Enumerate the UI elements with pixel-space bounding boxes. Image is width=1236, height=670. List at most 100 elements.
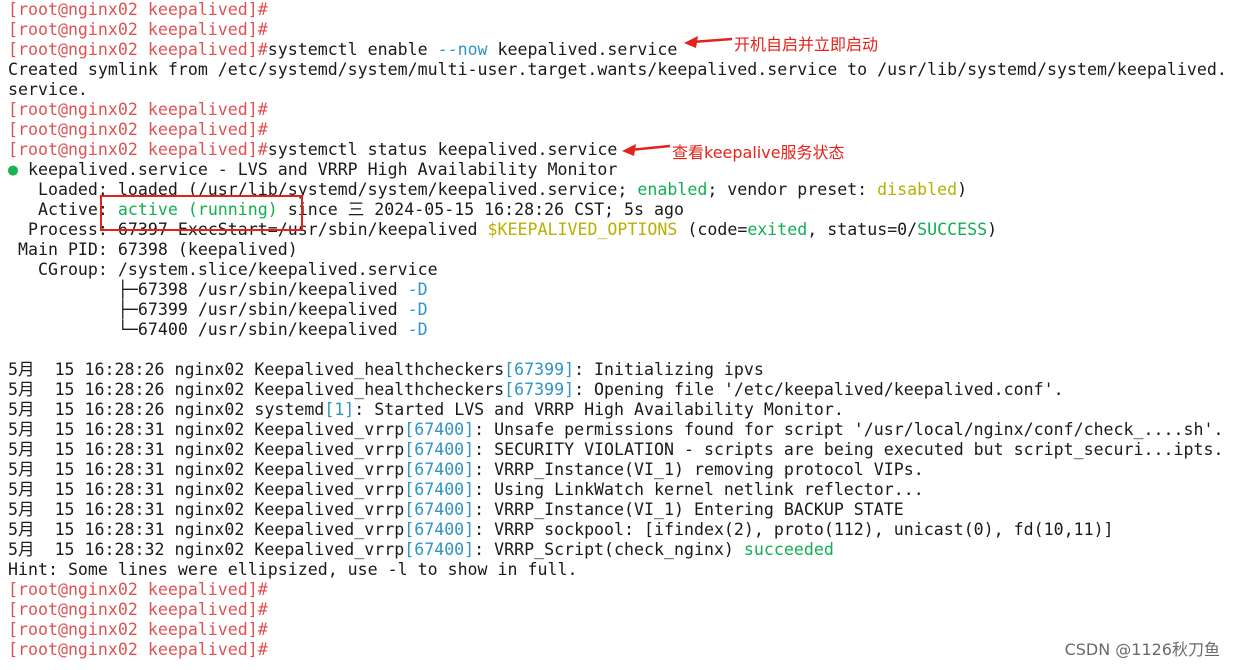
log-prefix: 5月 15 16:28:31 nginx02 Keepalived_vrrp: [8, 480, 405, 499]
child-pid: 67400: [137, 320, 188, 339]
service-title: ● keepalived.service - LVS and VRRP High…: [8, 160, 1236, 180]
log-prefix: 5月 15 16:28:31 nginx02 Keepalived_vrrp: [8, 420, 405, 439]
child-pid: 67399: [137, 300, 188, 319]
log-prefix: 5月 15 16:28:32 nginx02 Keepalived_vrrp: [8, 540, 405, 559]
log-line: 5月 15 16:28:31 nginx02 Keepalived_vrrp[6…: [8, 520, 1236, 540]
process-variable: $KEEPALIVED_OPTIONS: [487, 220, 678, 239]
log-prefix: 5月 15 16:28:31 nginx02 Keepalived_vrrp: [8, 460, 405, 479]
active-since: since 三 2024-05-15 16:28:26 CST; 5s ago: [277, 200, 684, 219]
vendor-preset-state: disabled: [877, 180, 958, 199]
watermark: CSDN @1126秋刀鱼: [1064, 640, 1220, 659]
shell-prompt: [root@nginx02 keepalived]#: [8, 40, 268, 59]
tree-branch: └─: [8, 320, 138, 339]
log-pid: [67400]: [404, 420, 475, 439]
log-pid: [67400]: [404, 520, 475, 539]
command-text: keepalived.service: [487, 40, 678, 59]
cgroup-child: ├─67399 /usr/sbin/keepalived -D: [8, 300, 1236, 320]
log-line: 5月 15 16:28:26 nginx02 Keepalived_health…: [8, 360, 1236, 380]
log-message: : VRRP_Instance(VI_1) Entering BACKUP ST…: [474, 500, 904, 519]
process-code: exited: [747, 220, 808, 239]
log-message: : Started LVS and VRRP High Availability…: [354, 400, 844, 419]
log-pid: [67400]: [404, 460, 475, 479]
log-message: : VRRP_Script(check_nginx): [474, 540, 744, 559]
log-message: : VRRP_Instance(VI_1) removing protocol …: [474, 460, 924, 479]
shell-prompt: [root@nginx02 keepalived]#: [8, 0, 268, 19]
log-prefix: 5月 15 16:28:31 nginx02 Keepalived_vrrp: [8, 440, 405, 459]
terminal-line: [root@nginx02 keepalived]#: [8, 580, 1236, 600]
log-pid: [67400]: [404, 540, 475, 559]
child-pid: 67398: [137, 280, 188, 299]
log-line: 5月 15 16:28:26 nginx02 systemd[1]: Start…: [8, 400, 1236, 420]
child-path: /usr/sbin/keepalived: [187, 300, 408, 319]
terminal-output[interactable]: [root@nginx02 keepalived]# [root@nginx02…: [8, 0, 1236, 670]
child-flag: -D: [407, 300, 428, 319]
tree-branch: ├─: [8, 280, 138, 299]
process-text: (code=: [677, 220, 748, 239]
log-line: 5月 15 16:28:32 nginx02 Keepalived_vrrp[6…: [8, 540, 1236, 560]
loaded-text: ; vendor preset:: [707, 180, 878, 199]
log-prefix: 5月 15 16:28:31 nginx02 Keepalived_vrrp: [8, 520, 405, 539]
active-highlight-box: [100, 195, 303, 231]
shell-prompt: [root@nginx02 keepalived]#: [8, 580, 268, 599]
log-prefix: 5月 15 16:28:26 nginx02 systemd: [8, 400, 325, 419]
shell-prompt: [root@nginx02 keepalived]#: [8, 600, 268, 619]
command-text: systemctl status keepalived.service: [267, 140, 618, 159]
log-prefix: 5月 15 16:28:26 nginx02 Keepalived_health…: [8, 360, 505, 379]
log-message: : SECURITY VIOLATION - scripts are being…: [474, 440, 1224, 459]
log-pid: [67399]: [504, 360, 575, 379]
command-text: systemctl enable: [267, 40, 438, 59]
log-message: : Unsafe permissions found for script '/…: [474, 420, 1224, 439]
child-flag: -D: [407, 320, 428, 339]
log-pid: [1]: [324, 400, 355, 419]
tree-branch: ├─: [8, 300, 138, 319]
hint-line: Hint: Some lines were ellipsized, use -l…: [8, 560, 578, 579]
log-pid: [67400]: [404, 440, 475, 459]
log-pid: [67400]: [404, 480, 475, 499]
child-flag: -D: [407, 280, 428, 299]
enabled-state: enabled: [637, 180, 708, 199]
log-line: 5月 15 16:28:31 nginx02 Keepalived_vrrp[6…: [8, 480, 1236, 500]
log-message: : Initializing ipvs: [574, 360, 764, 379]
log-status: succeeded: [743, 540, 834, 559]
shell-prompt: [root@nginx02 keepalived]#: [8, 640, 268, 659]
log-message: : Opening file '/etc/keepalived/keepaliv…: [574, 380, 1064, 399]
child-path: /usr/sbin/keepalived: [187, 280, 408, 299]
cgroup-child: └─67400 /usr/sbin/keepalived -D: [8, 320, 1236, 340]
shell-prompt: [root@nginx02 keepalived]#: [8, 100, 268, 119]
symlink-output: service.: [8, 80, 88, 99]
log-message: : Using LinkWatch kernel netlink reflect…: [474, 480, 924, 499]
terminal-line: [root@nginx02 keepalived]#: [8, 620, 1236, 640]
log-line: 5月 15 16:28:31 nginx02 Keepalived_vrrp[6…: [8, 420, 1236, 440]
terminal-line: [root@nginx02 keepalived]#: [8, 600, 1236, 620]
process-text: ): [987, 220, 998, 239]
terminal-line: [root@nginx02 keepalived]#: [8, 20, 1236, 40]
log-line: 5月 15 16:28:31 nginx02 Keepalived_vrrp[6…: [8, 500, 1236, 520]
terminal-line[interactable]: [root@nginx02 keepalived]#: [8, 640, 1236, 660]
command-enable-line: [root@nginx02 keepalived]#systemctl enab…: [8, 40, 1236, 60]
enable-annotation: 开机自启并立即启动: [734, 35, 879, 54]
status-dot-icon: ●: [8, 160, 18, 179]
log-prefix: 5月 15 16:28:26 nginx02 Keepalived_health…: [8, 380, 505, 399]
log-line: 5月 15 16:28:26 nginx02 Keepalived_health…: [8, 380, 1236, 400]
loaded-text: ): [957, 180, 968, 199]
arrow-left-icon: [622, 144, 671, 156]
service-title-text: keepalived.service - LVS and VRRP High A…: [18, 160, 618, 179]
log-pid: [67399]: [504, 380, 575, 399]
terminal-line: [root@nginx02 keepalived]#: [8, 100, 1236, 120]
command-flag: --now: [437, 40, 488, 59]
log-message: : VRRP sockpool: [ifindex(2), proto(112)…: [474, 520, 1114, 539]
log-line: 5月 15 16:28:31 nginx02 Keepalived_vrrp[6…: [8, 460, 1236, 480]
terminal-line: [root@nginx02 keepalived]#: [8, 120, 1236, 140]
shell-prompt: [root@nginx02 keepalived]#: [8, 20, 268, 39]
log-pid: [67400]: [404, 500, 475, 519]
cgroup-child: ├─67398 /usr/sbin/keepalived -D: [8, 280, 1236, 300]
terminal-line: [root@nginx02 keepalived]#: [8, 0, 1236, 20]
symlink-output: Created symlink from /etc/systemd/system…: [8, 60, 1227, 79]
shell-prompt: [root@nginx02 keepalived]#: [8, 140, 268, 159]
process-text: , status=0/: [807, 220, 918, 239]
shell-prompt: [root@nginx02 keepalived]#: [8, 620, 268, 639]
child-path: /usr/sbin/keepalived: [187, 320, 408, 339]
main-pid-line: Main PID: 67398 (keepalived): [8, 240, 298, 259]
cgroup-line: CGroup: /system.slice/keepalived.service: [8, 260, 438, 279]
